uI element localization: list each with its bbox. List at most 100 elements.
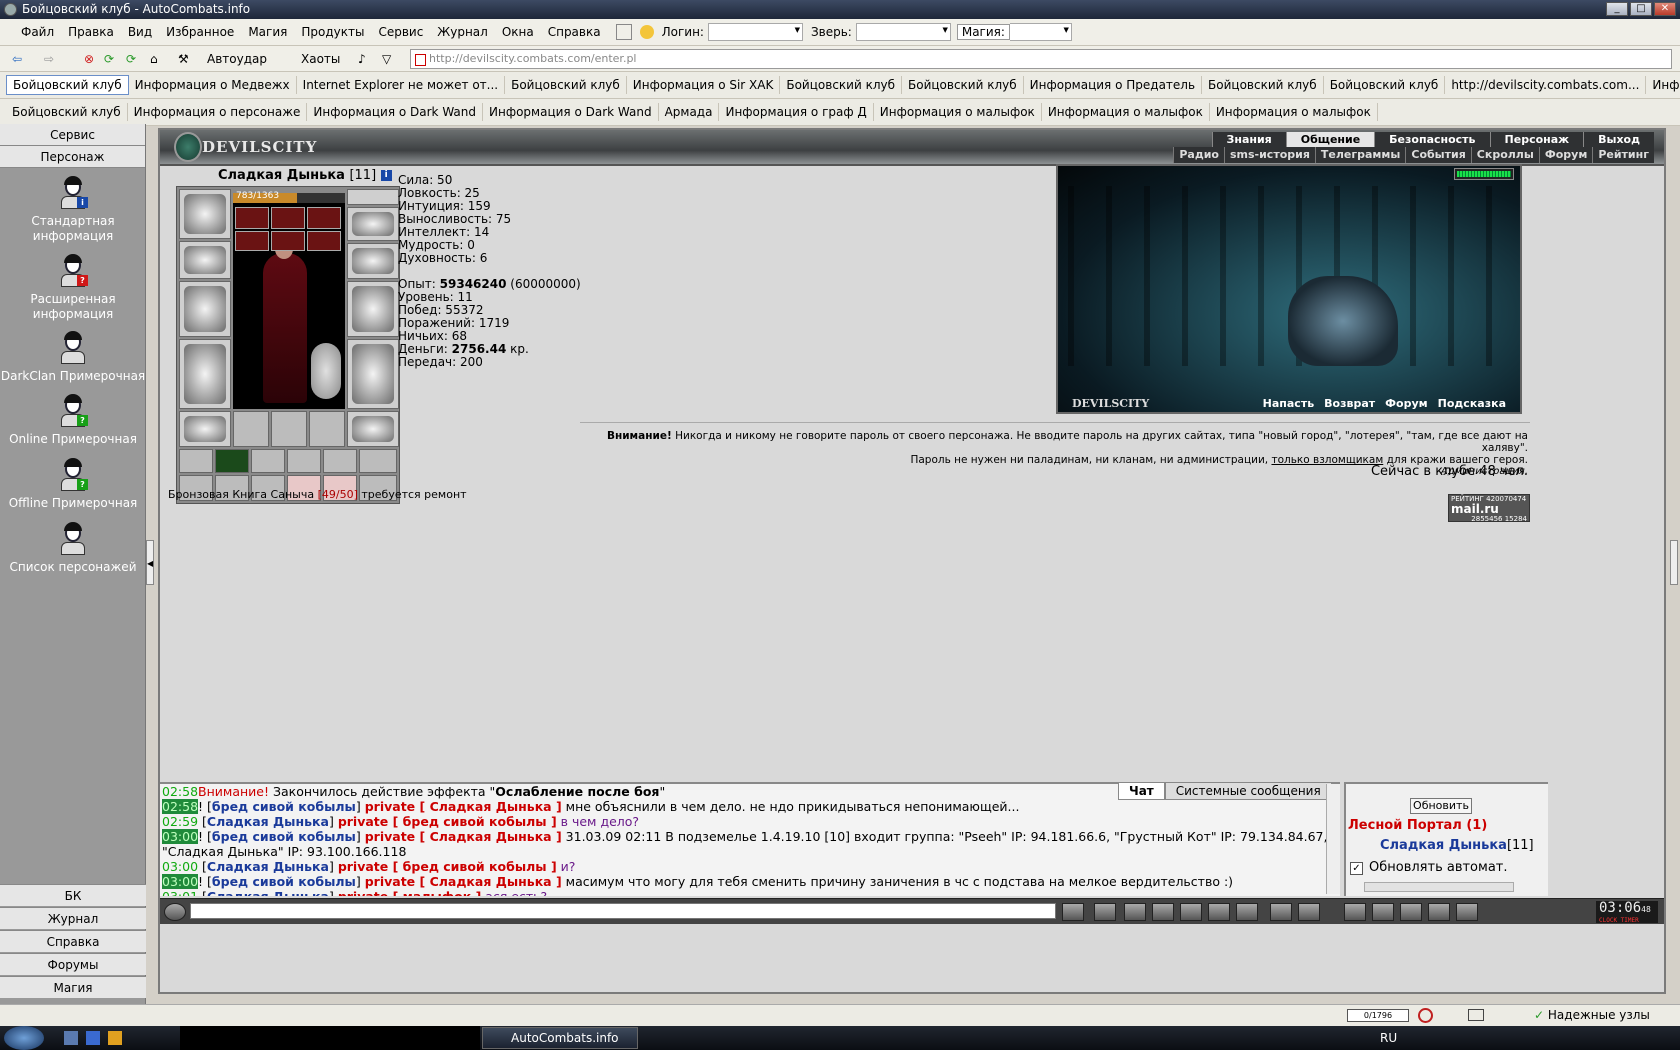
menu-help[interactable]: Справка [541, 19, 608, 46]
panel-scrollbar[interactable] [1364, 882, 1514, 892]
menu-windows[interactable]: Окна [495, 19, 541, 46]
chat-private-target[interactable]: private [ Сладкая Дынька ] [365, 799, 562, 814]
browser-tab-row1-5[interactable]: Бойцовский клуб [780, 76, 902, 94]
emote-icon[interactable] [1180, 903, 1202, 921]
menu-service[interactable]: Сервис [371, 19, 430, 46]
browser-tab-row1-10[interactable]: http://devilscity.combats.com... [1445, 76, 1647, 94]
language-indicator[interactable]: RU [1380, 1031, 1397, 1045]
chat-private-target[interactable]: private [ бред сивой кобылы ] [338, 814, 557, 829]
maximize-button[interactable]: □ [1630, 2, 1652, 16]
sidebar-magic[interactable]: Магия [0, 976, 146, 998]
refresh-all-icon[interactable]: ⟳ [126, 50, 136, 68]
chat-sender[interactable]: Сладкая Дынька [207, 889, 329, 896]
sidebar-item-2[interactable]: DarkClan Примерочная [0, 329, 146, 384]
menu-journal[interactable]: Журнал [430, 19, 495, 46]
sidebar-item-3[interactable]: ? Online Примерочная [0, 392, 146, 447]
filter-icon[interactable]: ▽ [382, 50, 391, 68]
chat-time[interactable]: 03:00 [162, 859, 198, 874]
belt-slot[interactable] [179, 411, 231, 447]
browser-tab-row1-9[interactable]: Бойцовский клуб [1324, 76, 1446, 94]
menu-file[interactable]: Файл [14, 19, 61, 46]
back-icon[interactable]: ⇦ [12, 50, 22, 68]
belt-item-1[interactable] [235, 207, 269, 229]
chat-time[interactable]: 02:58 [162, 799, 199, 814]
ring-slot-2[interactable] [271, 411, 307, 447]
chat-private-target[interactable]: private [ Сладкая Дынька ] [365, 874, 562, 889]
pocket-slot-5[interactable] [323, 449, 357, 473]
menu-view[interactable]: Вид [121, 19, 159, 46]
collapse-sidebar-handle[interactable]: ◀ [146, 540, 154, 585]
chat-time[interactable]: 03:00 [162, 829, 199, 844]
browser-tab-row2-2[interactable]: Информация о Dark Wand [307, 103, 483, 121]
browser-tab-row2-5[interactable]: Информация о граф Д [719, 103, 874, 121]
pocket-slot-3[interactable] [251, 449, 285, 473]
belt-item-2[interactable] [271, 207, 305, 229]
chat-private-target[interactable]: private [ Сладкая Дынька ] [365, 829, 562, 844]
browser-tab-row2-7[interactable]: Информация о малыфок [1042, 103, 1210, 121]
nav-events[interactable]: События [1405, 147, 1470, 163]
quicklaunch-icon-2[interactable] [86, 1031, 100, 1045]
home-nav-icon[interactable]: ⌂ [150, 50, 158, 68]
chat-sender[interactable]: Сладкая Дынька [207, 814, 329, 829]
action-icon-4[interactable] [1428, 903, 1450, 921]
gloves-slot[interactable] [347, 243, 399, 279]
pocket-slot-6[interactable] [359, 449, 397, 473]
scene-forum-link[interactable]: Форум [1385, 397, 1428, 410]
scene-return-link[interactable]: Возврат [1324, 397, 1375, 410]
eraser-icon[interactable] [1094, 903, 1116, 921]
browser-tab-row1-6[interactable]: Бойцовский клуб [902, 76, 1024, 94]
belt-item-5[interactable] [271, 231, 305, 251]
menu-products[interactable]: Продукты [294, 19, 371, 46]
nav-security[interactable]: Безопасность [1374, 132, 1489, 148]
auto-update-checkbox[interactable]: ✓ Обновлять автомат. [1350, 860, 1508, 875]
refresh-button[interactable]: Обновить [1410, 798, 1472, 814]
info-icon[interactable]: i [380, 170, 392, 181]
translit-icon[interactable] [1208, 903, 1230, 921]
chat-menu-icon[interactable] [164, 903, 186, 921]
pants-slot[interactable] [347, 339, 399, 409]
location-player[interactable]: Сладкая Дынька[11] [1380, 838, 1534, 853]
nav-exit[interactable]: Выход [1583, 132, 1654, 148]
sidebar-journal[interactable]: Журнал [0, 907, 146, 929]
browser-tab-row2-0[interactable]: Бойцовский клуб [6, 103, 128, 121]
browser-tab-row1-7[interactable]: Информация о Предатель [1024, 76, 1203, 94]
nav-radio[interactable]: Радио [1173, 147, 1224, 163]
earrings-slot[interactable] [347, 189, 399, 205]
smiles-icon[interactable] [1270, 903, 1292, 921]
chat-sender[interactable]: бред сивой кобылы [212, 799, 356, 814]
browser-tab-row1-2[interactable]: Internet Explorer не может от... [297, 76, 506, 94]
taskbar-autocombats[interactable]: AutoCombats.info [482, 1027, 638, 1049]
chat-sender[interactable]: бред сивой кобылы [212, 874, 356, 889]
menu-favorites[interactable]: Избранное [159, 19, 241, 46]
haoty-button[interactable]: Хаоты [301, 50, 340, 68]
save-icon[interactable] [1152, 903, 1174, 921]
sidebar-item-0[interactable]: i Стандартная информация [0, 174, 146, 244]
browser-tab-row2-6[interactable]: Информация о малыфок [874, 103, 1042, 121]
weapon-right-slot[interactable] [347, 281, 399, 337]
pocket-slot-2[interactable] [215, 449, 249, 473]
action-icon-3[interactable] [1400, 903, 1422, 921]
chat-input[interactable] [190, 903, 1056, 919]
weapon-left-slot[interactable] [179, 281, 231, 337]
boots-slot[interactable] [347, 411, 399, 447]
forward-icon[interactable]: ⇨ [44, 50, 54, 68]
browser-tab-row1-0[interactable]: Бойцовский клуб [6, 75, 129, 95]
checkbox-icon[interactable]: ✓ [1350, 862, 1363, 875]
chat-time[interactable]: 02:59 [162, 814, 198, 829]
sidebar-forums[interactable]: Форумы [0, 953, 146, 975]
amulet-slot[interactable] [347, 207, 399, 241]
chat-sender[interactable]: бред сивой кобылы [212, 829, 356, 844]
clan-icon[interactable] [1298, 903, 1320, 921]
nav-knowledge[interactable]: Знания [1211, 132, 1286, 148]
belt-item-4[interactable] [235, 231, 269, 251]
character-name[interactable]: Сладкая Дынька [218, 168, 345, 183]
start-button[interactable] [4, 1026, 44, 1050]
browser-tab-row1-8[interactable]: Бойцовский клуб [1202, 76, 1324, 94]
nav-sms-history[interactable]: sms-история [1223, 147, 1315, 163]
quicklaunch-icon-3[interactable] [108, 1031, 122, 1045]
mailru-rating-badge[interactable]: РЕЙТИНГ 420070474 mail.ru 2855456 15284 [1448, 494, 1530, 523]
sound-icon[interactable]: ♪ [358, 50, 366, 68]
sidebar-service[interactable]: Сервис [0, 124, 145, 146]
chat-time[interactable]: 03:00 [162, 874, 199, 889]
scene-attack-link[interactable]: Напасть [1263, 397, 1315, 410]
